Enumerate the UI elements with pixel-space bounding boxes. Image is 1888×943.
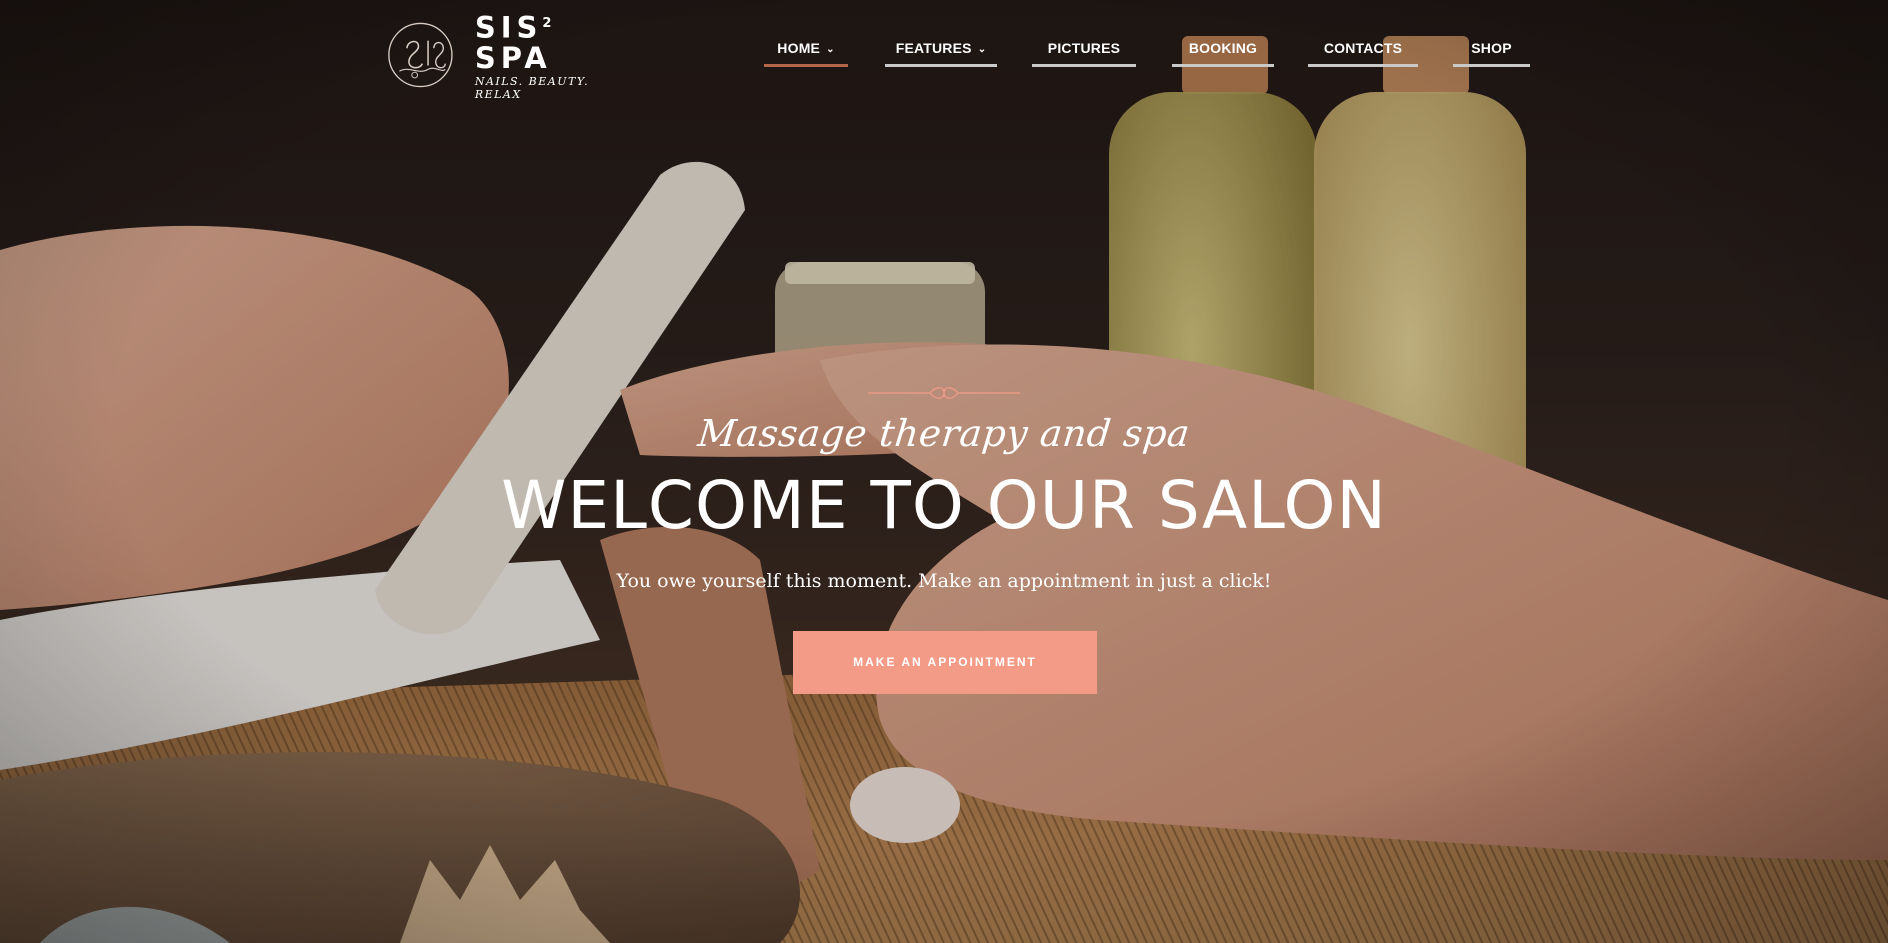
make-appointment-button[interactable]: MAKE AN APPOINTMENT	[793, 631, 1097, 694]
logo-text: SIS2 SPA NAILS. BEAUTY. RELAX	[475, 9, 636, 101]
hero-script-line: Massage therapy and spa	[695, 412, 1193, 455]
nav-item-home[interactable]: HOME ⌄	[764, 30, 848, 67]
nav-item-pictures[interactable]: PICTURES	[1032, 30, 1136, 67]
chevron-down-icon: ⌄	[826, 44, 835, 55]
chevron-down-icon: ⌄	[977, 44, 987, 55]
nav-item-contacts[interactable]: CONTACTS	[1308, 30, 1418, 67]
brand-tagline: NAILS. BEAUTY. RELAX	[474, 74, 590, 101]
brand-superscript: 2	[542, 16, 552, 32]
decorative-divider-icon	[868, 387, 1020, 399]
site-logo[interactable]: SIS2 SPA NAILS. BEAUTY. RELAX	[386, 13, 636, 101]
nav-item-shop[interactable]: SHOP	[1453, 30, 1530, 67]
spa-logo-icon	[388, 22, 453, 88]
hero-headline: WELCOME TO OUR SALON	[501, 467, 1387, 544]
nav-item-booking[interactable]: BOOKING	[1172, 30, 1274, 67]
brand-name: SIS2 SPA	[474, 10, 552, 75]
hero-subtitle: You owe yourself this moment. Make an ap…	[616, 570, 1272, 592]
nav-item-features[interactable]: FEATURES ⌄	[885, 30, 997, 67]
